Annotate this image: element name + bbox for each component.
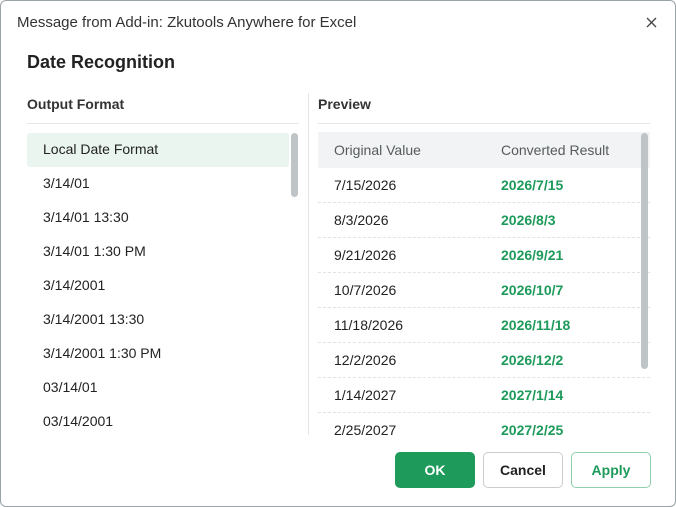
original-value-cell: 9/21/2026 <box>334 247 397 263</box>
converted-result-cell: 2027/2/25 <box>501 422 564 438</box>
converted-result-cell: 2026/9/21 <box>501 247 564 263</box>
table-row: 10/7/2026 2026/10/7 <box>318 273 650 308</box>
format-item[interactable]: 3/14/01 <box>27 167 289 201</box>
cancel-button[interactable]: Cancel <box>483 452 563 488</box>
preview-label: Preview <box>318 96 371 112</box>
original-value-cell: 11/18/2026 <box>334 317 404 333</box>
original-value-cell: 7/15/2026 <box>334 177 397 193</box>
converted-result-cell: 2027/1/14 <box>501 387 564 403</box>
converted-result-cell: 2026/12/2 <box>501 352 564 368</box>
dialog-window: Message from Add-in: Zkutools Anywhere f… <box>0 0 676 507</box>
ok-button[interactable]: OK <box>395 452 475 488</box>
preview-table-header: Original Value Converted Result <box>318 132 650 168</box>
preview-rule <box>318 123 650 124</box>
format-item[interactable]: 3/14/2001 13:30 <box>27 303 289 337</box>
converted-result-cell: 2026/11/18 <box>501 317 571 333</box>
original-value-cell: 1/14/2027 <box>334 387 397 403</box>
preview-scrollbar[interactable] <box>641 133 648 369</box>
table-row: 8/3/2026 2026/8/3 <box>318 203 650 238</box>
table-row: 2/25/2027 2027/2/25 <box>318 413 650 441</box>
window-title: Message from Add-in: Zkutools Anywhere f… <box>17 14 357 31</box>
format-item[interactable]: 3/14/01 13:30 <box>27 201 289 235</box>
column-header-original-value: Original Value <box>334 142 421 158</box>
output-format-label: Output Format <box>27 96 125 112</box>
original-value-cell: 2/25/2027 <box>334 422 397 438</box>
table-row: 11/18/2026 2026/11/18 <box>318 308 650 343</box>
output-format-panel: Output Format Local Date Format 3/14/01 … <box>27 93 299 435</box>
output-format-list: Local Date Format 3/14/01 3/14/01 13:30 … <box>27 133 289 439</box>
format-item[interactable]: 3/14/2001 1:30 PM <box>27 337 289 371</box>
table-row: 1/14/2027 2027/1/14 <box>318 378 650 413</box>
preview-table: Original Value Converted Result 7/15/202… <box>318 132 650 441</box>
converted-result-cell: 2026/7/15 <box>501 177 564 193</box>
format-list-scroll-thumb[interactable] <box>291 133 298 197</box>
original-value-cell: 10/7/2026 <box>334 282 397 298</box>
converted-result-cell: 2026/8/3 <box>501 212 556 228</box>
format-item-local-date[interactable]: Local Date Format <box>27 133 289 167</box>
format-item[interactable]: 3/14/01 1:30 PM <box>27 235 289 269</box>
dialog-heading: Date Recognition <box>27 52 176 72</box>
format-item[interactable]: 03/14/01 <box>27 371 289 405</box>
format-item[interactable]: 03/14/2001 <box>27 405 289 439</box>
preview-scroll-thumb[interactable] <box>641 133 648 369</box>
original-value-cell: 12/2/2026 <box>334 352 397 368</box>
table-row: 9/21/2026 2026/9/21 <box>318 238 650 273</box>
title-bar: Message from Add-in: Zkutools Anywhere f… <box>1 1 675 45</box>
panel-divider <box>308 93 309 435</box>
table-row: 7/15/2026 2026/7/15 <box>318 168 650 203</box>
close-icon <box>646 17 656 27</box>
preview-panel: Preview Original Value Converted Result … <box>318 93 650 441</box>
original-value-cell: 8/3/2026 <box>334 212 389 228</box>
format-list-scrollbar[interactable] <box>291 133 298 197</box>
close-button[interactable] <box>639 10 663 34</box>
column-header-converted-result: Converted Result <box>501 142 610 158</box>
converted-result-cell: 2026/10/7 <box>501 282 564 298</box>
apply-button[interactable]: Apply <box>571 452 651 488</box>
format-item[interactable]: 3/14/2001 <box>27 269 289 303</box>
output-format-rule <box>27 123 299 124</box>
table-row: 12/2/2026 2026/12/2 <box>318 343 650 378</box>
